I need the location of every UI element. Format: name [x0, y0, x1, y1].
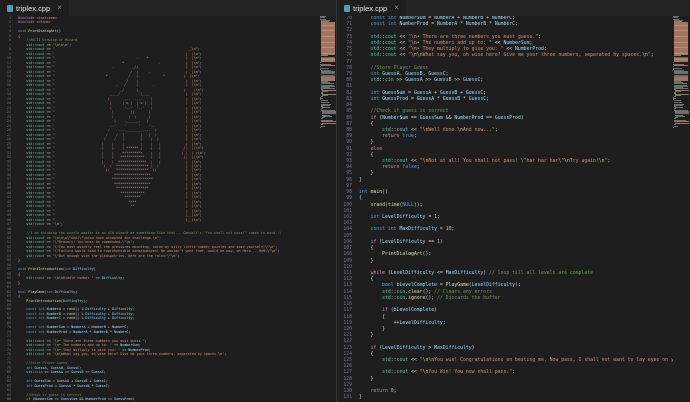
line-numbers-left[interactable]: 1234567891011121314151617181920212223242…: [0, 16, 14, 402]
code-line: if (NumberSum == GuessSum && NumberProd …: [18, 397, 320, 401]
minimap-left[interactable]: [320, 16, 336, 402]
close-icon[interactable]: ×: [57, 4, 62, 12]
tab-label-right: triplex.cpp: [353, 4, 387, 13]
cpp-file-icon: [7, 5, 13, 12]
tab-bar-right: triplex.cpp ×: [337, 0, 689, 16]
code-line: std::cout << "\n\nYou win! Congratulatio…: [359, 358, 673, 364]
minimap-line: [321, 61, 335, 62]
code-area-right[interactable]: const int NumberSum = NumberA + NumberB …: [355, 16, 673, 402]
line-number: 86: [0, 397, 11, 401]
minimap-line: [321, 65, 335, 66]
tab-label-left: triplex.cpp: [16, 4, 50, 13]
editor-right: 7071727374757677787980818283848586878889…: [337, 16, 689, 402]
tab-bar-left: triplex.cpp ×: [0, 0, 336, 16]
minimap-line: [675, 107, 683, 108]
minimap-line: [322, 95, 328, 96]
minimap-line: [674, 96, 676, 97]
code-editor-window: triplex.cpp × 12345678910111213141516171…: [0, 0, 690, 402]
minimap-line: [321, 96, 323, 97]
minimap-line: [675, 95, 681, 96]
editor-group-left: triplex.cpp × 12345678910111213141516171…: [0, 0, 337, 402]
minimap-line: [674, 126, 678, 127]
line-number: 131: [337, 395, 352, 401]
code-line: }: [359, 395, 673, 401]
tab-triplex-right[interactable]: triplex.cpp ×: [337, 0, 407, 16]
editor-group-right: triplex.cpp × 70717273747576777879808182…: [337, 0, 689, 402]
close-icon[interactable]: ×: [394, 4, 399, 12]
tab-triplex-left[interactable]: triplex.cpp ×: [0, 0, 70, 16]
minimap-line: [674, 65, 688, 66]
code-line: std::cout << "\n\nWhat say you, oh wise …: [359, 53, 673, 59]
minimap-line: [674, 61, 688, 62]
code-area-left[interactable]: #include <iostream>#include <ctime>void …: [14, 16, 320, 402]
minimap-line: [321, 126, 325, 127]
minimap-right[interactable]: [673, 16, 689, 402]
minimap-line: [322, 123, 336, 124]
cpp-file-icon: [344, 5, 350, 12]
minimap-line: [322, 107, 330, 108]
line-numbers-right[interactable]: 7071727374757677787980818283848586878889…: [337, 16, 355, 402]
minimap-line: [675, 123, 689, 124]
editor-left: 1234567891011121314151617181920212223242…: [0, 16, 336, 402]
